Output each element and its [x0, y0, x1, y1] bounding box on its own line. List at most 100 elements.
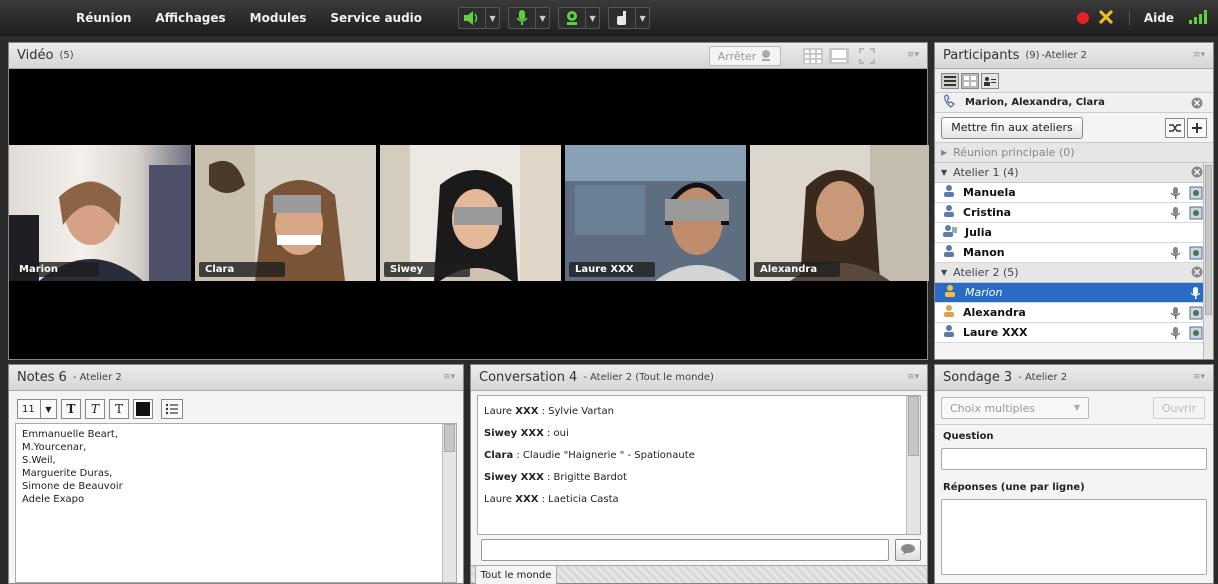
help-menu[interactable]: Aide: [1128, 11, 1188, 25]
menu-reunion[interactable]: Réunion: [64, 11, 143, 25]
bullet-list-button[interactable]: [161, 399, 183, 419]
chevron-down-icon[interactable]: ▼: [535, 8, 549, 28]
chat-tab-bar: Tout le monde: [471, 565, 927, 584]
filmstrip-view-icon[interactable]: [829, 48, 849, 67]
video-tile[interactable]: Clara: [195, 145, 376, 281]
video-count: (5): [59, 50, 74, 61]
close-icon[interactable]: [1191, 166, 1203, 181]
chat-room: - Atelier 2 (Tout le monde): [583, 372, 714, 383]
list-view-icon[interactable]: [941, 72, 959, 89]
webcam-button[interactable]: ▼: [558, 7, 601, 29]
stop-video-button[interactable]: Arrêter: [709, 46, 781, 66]
record-icon[interactable]: [1076, 12, 1089, 24]
close-icon[interactable]: [1191, 97, 1203, 112]
expand-icon[interactable]: [859, 48, 875, 67]
poll-header: Sondage 3 - Atelier 2 ≡▾: [935, 365, 1213, 391]
bold-button[interactable]: T: [61, 399, 81, 419]
microphone-icon[interactable]: [1169, 206, 1183, 223]
underline-button[interactable]: T: [109, 399, 129, 419]
video-tile[interactable]: Alexandra: [750, 145, 929, 281]
add-icon[interactable]: [1187, 118, 1207, 138]
poll-pod: Sondage 3 - Atelier 2 ≡▾ Choix multiples…: [934, 364, 1214, 584]
poll-title: Sondage: [943, 370, 1000, 385]
video-tile[interactable]: Laure XXX: [565, 145, 746, 281]
notes-header: Notes 6 - Atelier 2 ≡▾: [9, 365, 463, 391]
raise-hand-button[interactable]: ▼: [608, 7, 651, 29]
scrollbar-thumb[interactable]: [1205, 165, 1212, 315]
microphone-icon[interactable]: [1169, 246, 1183, 263]
panel-menu-icon[interactable]: ≡▾: [907, 50, 919, 60]
list-item[interactable]: Cristina: [935, 203, 1213, 223]
chevron-down-icon[interactable]: ▼: [635, 8, 649, 28]
group-main-room[interactable]: ▶ Réunion principale (0): [935, 143, 1213, 163]
list-item[interactable]: Manon: [935, 243, 1213, 263]
chat-input[interactable]: [481, 539, 889, 561]
shuffle-icon[interactable]: [1165, 118, 1185, 138]
list-item[interactable]: Alexandra: [935, 303, 1213, 323]
notes-editor[interactable]: Emmanuelle Beart, M.Yourcenar, S.Weil, M…: [15, 423, 457, 583]
poll-room: - Atelier 2: [1018, 372, 1068, 383]
font-size-select[interactable]: 11 ▼: [17, 399, 57, 419]
panel-menu-icon[interactable]: ≡▾: [907, 372, 919, 382]
panel-menu-icon[interactable]: ≡▾: [1193, 50, 1205, 60]
answers-input[interactable]: [941, 499, 1207, 575]
menu-modules[interactable]: Modules: [238, 11, 319, 25]
scrollbar-thumb[interactable]: [444, 424, 455, 452]
microphone-icon[interactable]: [1169, 306, 1183, 323]
tab-everyone[interactable]: Tout le monde: [475, 566, 557, 584]
send-button[interactable]: [895, 539, 921, 561]
list-item[interactable]: Julia: [935, 223, 1213, 243]
menu-affichages[interactable]: Affichages: [143, 11, 237, 25]
microphone-button[interactable]: ▼: [508, 7, 551, 29]
chevron-down-icon[interactable]: ▼: [585, 8, 599, 28]
video-tile[interactable]: Marion: [9, 145, 191, 281]
poll-controls: Choix multiples ▼ Ouvrir: [935, 391, 1213, 425]
webcam-icon[interactable]: [1189, 306, 1203, 323]
speaker-button[interactable]: ▼: [458, 7, 501, 29]
menu-service-audio[interactable]: Service audio: [318, 11, 434, 25]
microphone-icon[interactable]: [1169, 326, 1183, 343]
video-area: Marion Clara Siwey Laure XXX Alexandra: [9, 69, 929, 359]
poll-type-select[interactable]: Choix multiples ▼: [941, 397, 1089, 419]
webcam-icon[interactable]: [1189, 186, 1203, 203]
open-poll-button[interactable]: Ouvrir: [1153, 397, 1205, 419]
end-breakouts-button[interactable]: Mettre fin aux ateliers: [941, 116, 1083, 139]
text-color-picker[interactable]: [133, 399, 153, 419]
participant-name-label: Marion: [13, 262, 99, 277]
question-input[interactable]: [941, 448, 1207, 470]
panel-menu-icon[interactable]: ≡▾: [443, 372, 455, 382]
attendee-status-icon[interactable]: [981, 72, 999, 89]
microphone-icon[interactable]: [1189, 286, 1203, 303]
webcam-icon[interactable]: [1189, 206, 1203, 223]
video-title: Vidéo: [17, 48, 54, 63]
list-item-selected[interactable]: Marion: [935, 283, 1213, 303]
chat-message: Clara : Claudie "Haignerie " - Spationau…: [484, 450, 695, 461]
breakout-view-icon[interactable]: [961, 72, 979, 89]
group-atelier-1[interactable]: ▼ Atelier 1 (4): [935, 163, 1213, 183]
chat-scrollbar[interactable]: [906, 396, 920, 534]
microphone-icon[interactable]: [1169, 186, 1183, 203]
panel-menu-icon[interactable]: ≡▾: [1193, 372, 1205, 382]
notes-title: Notes: [17, 370, 55, 385]
chevron-down-icon: ▼: [941, 168, 948, 177]
phone-icon: [943, 94, 957, 111]
participants-scrollbar[interactable]: [1203, 163, 1213, 359]
video-tile[interactable]: Siwey: [380, 145, 561, 281]
webcam-icon[interactable]: [1189, 326, 1203, 343]
chevron-down-icon[interactable]: ▼: [485, 8, 499, 28]
group-atelier-2[interactable]: ▼ Atelier 2 (5): [935, 263, 1213, 283]
chevron-down-icon: ▼: [1073, 403, 1080, 412]
scrollbar-thumb[interactable]: [908, 396, 919, 456]
webcam-icon[interactable]: [1189, 246, 1203, 263]
notes-pod: Notes 6 - Atelier 2 ≡▾ 11 ▼ T T T Emmanu…: [8, 364, 464, 584]
face-blur: [665, 199, 729, 221]
question-label: Question: [943, 431, 994, 442]
italic-button[interactable]: T: [85, 399, 105, 419]
chat-message: Laure XXX : Laeticia Casta: [484, 494, 619, 505]
notes-scrollbar[interactable]: [442, 424, 456, 582]
list-item[interactable]: Laure XXX: [935, 323, 1213, 343]
grid-view-icon[interactable]: [803, 48, 823, 67]
close-icon[interactable]: [1191, 266, 1203, 281]
fullscreen-icon[interactable]: [1098, 9, 1113, 27]
list-item[interactable]: Manuela: [935, 183, 1213, 203]
